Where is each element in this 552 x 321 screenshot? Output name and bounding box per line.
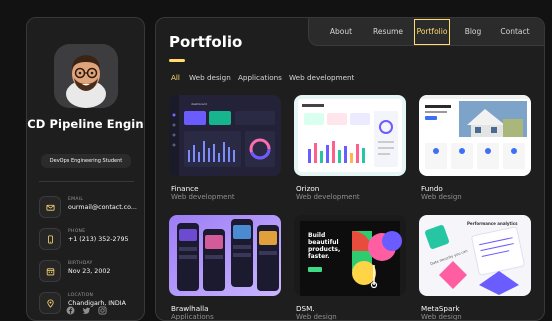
nav-resume[interactable]: Resume xyxy=(366,18,410,46)
svg-text:beautiful: beautiful xyxy=(308,239,339,246)
instagram-icon[interactable] xyxy=(98,306,107,315)
project-category: Web development xyxy=(171,193,235,201)
project-category: Applications xyxy=(171,313,214,321)
email-link[interactable]: ourmail@contact.co... xyxy=(68,204,144,211)
mail-icon xyxy=(39,196,61,218)
nav-contact[interactable]: Contact xyxy=(493,18,537,46)
svg-text:faster.: faster. xyxy=(308,253,330,260)
page-title: Portfolio xyxy=(169,33,243,51)
twitter-icon[interactable] xyxy=(82,306,91,315)
filter-web-development[interactable]: Web development xyxy=(289,73,354,82)
project-thumbnail[interactable] xyxy=(169,215,281,296)
facebook-icon[interactable] xyxy=(66,306,75,315)
project-title: Finance xyxy=(171,184,199,193)
filter-web-design[interactable]: Web design xyxy=(189,73,231,82)
avatar xyxy=(54,44,118,108)
svg-text:dashboard: dashboard xyxy=(191,102,207,106)
title-underline xyxy=(169,59,185,62)
svg-text:Build: Build xyxy=(308,232,325,239)
filter-all[interactable]: All xyxy=(171,73,180,82)
project-title: MetaSpark xyxy=(421,304,460,313)
project-thumbnail[interactable] xyxy=(294,95,406,176)
phone-icon xyxy=(39,228,61,250)
role-badge: DevOps Engineering Student xyxy=(41,154,131,168)
project-category: Web development xyxy=(296,193,360,201)
project-title: Brawlhalla xyxy=(171,304,209,313)
memoji-avatar-icon xyxy=(54,44,118,108)
sidebar: I/CD Pipeline Enginee DevOps Engineering… xyxy=(26,17,145,321)
project-title: DSM. xyxy=(296,304,315,313)
nav-portfolio[interactable]: Portfolio xyxy=(414,19,450,45)
social-links xyxy=(64,306,109,315)
project-title: Orizon xyxy=(296,184,320,193)
profile-name: I/CD Pipeline Enginee xyxy=(27,117,144,131)
project-title: Fundo xyxy=(421,184,443,193)
project-thumbnail[interactable]: Build beautiful products, faster. xyxy=(294,215,406,296)
contact-label: EMAIL xyxy=(68,197,84,202)
project-category: Web design xyxy=(421,313,462,321)
sidebar-separator xyxy=(39,181,134,182)
phone-link[interactable]: +1 (213) 352-2795 xyxy=(68,236,144,243)
contact-label: BIRTHDAY xyxy=(68,261,93,266)
main-panel: About Resume Portfolio Blog Contact Port… xyxy=(155,17,545,321)
contact-label: LOCATION xyxy=(68,293,94,298)
calendar-icon xyxy=(39,260,61,282)
contact-birthday: BIRTHDAY Nov 23, 2002 xyxy=(39,260,143,284)
filter-applications[interactable]: Applications xyxy=(238,73,282,82)
project-thumbnail[interactable]: dashboard xyxy=(169,95,281,176)
contact-label: PHONE xyxy=(68,229,86,234)
location-icon xyxy=(39,292,61,314)
contact-email: EMAIL ourmail@contact.co... xyxy=(39,196,143,220)
project-thumbnail[interactable] xyxy=(419,95,531,176)
nav-blog[interactable]: Blog xyxy=(456,18,490,46)
svg-text:products,: products, xyxy=(308,246,340,253)
nav-about[interactable]: About xyxy=(321,18,361,46)
project-thumbnail[interactable]: Performance analytics Data security you … xyxy=(419,215,531,296)
project-category: Web design xyxy=(421,193,462,201)
project-category: Web design xyxy=(296,313,337,321)
navbar: About Resume Portfolio Blog Contact xyxy=(308,18,544,46)
birthday-value: Nov 23, 2002 xyxy=(68,268,111,275)
svg-text:Performance analytics: Performance analytics xyxy=(467,221,518,226)
contact-phone: PHONE +1 (213) 352-2795 xyxy=(39,228,143,252)
